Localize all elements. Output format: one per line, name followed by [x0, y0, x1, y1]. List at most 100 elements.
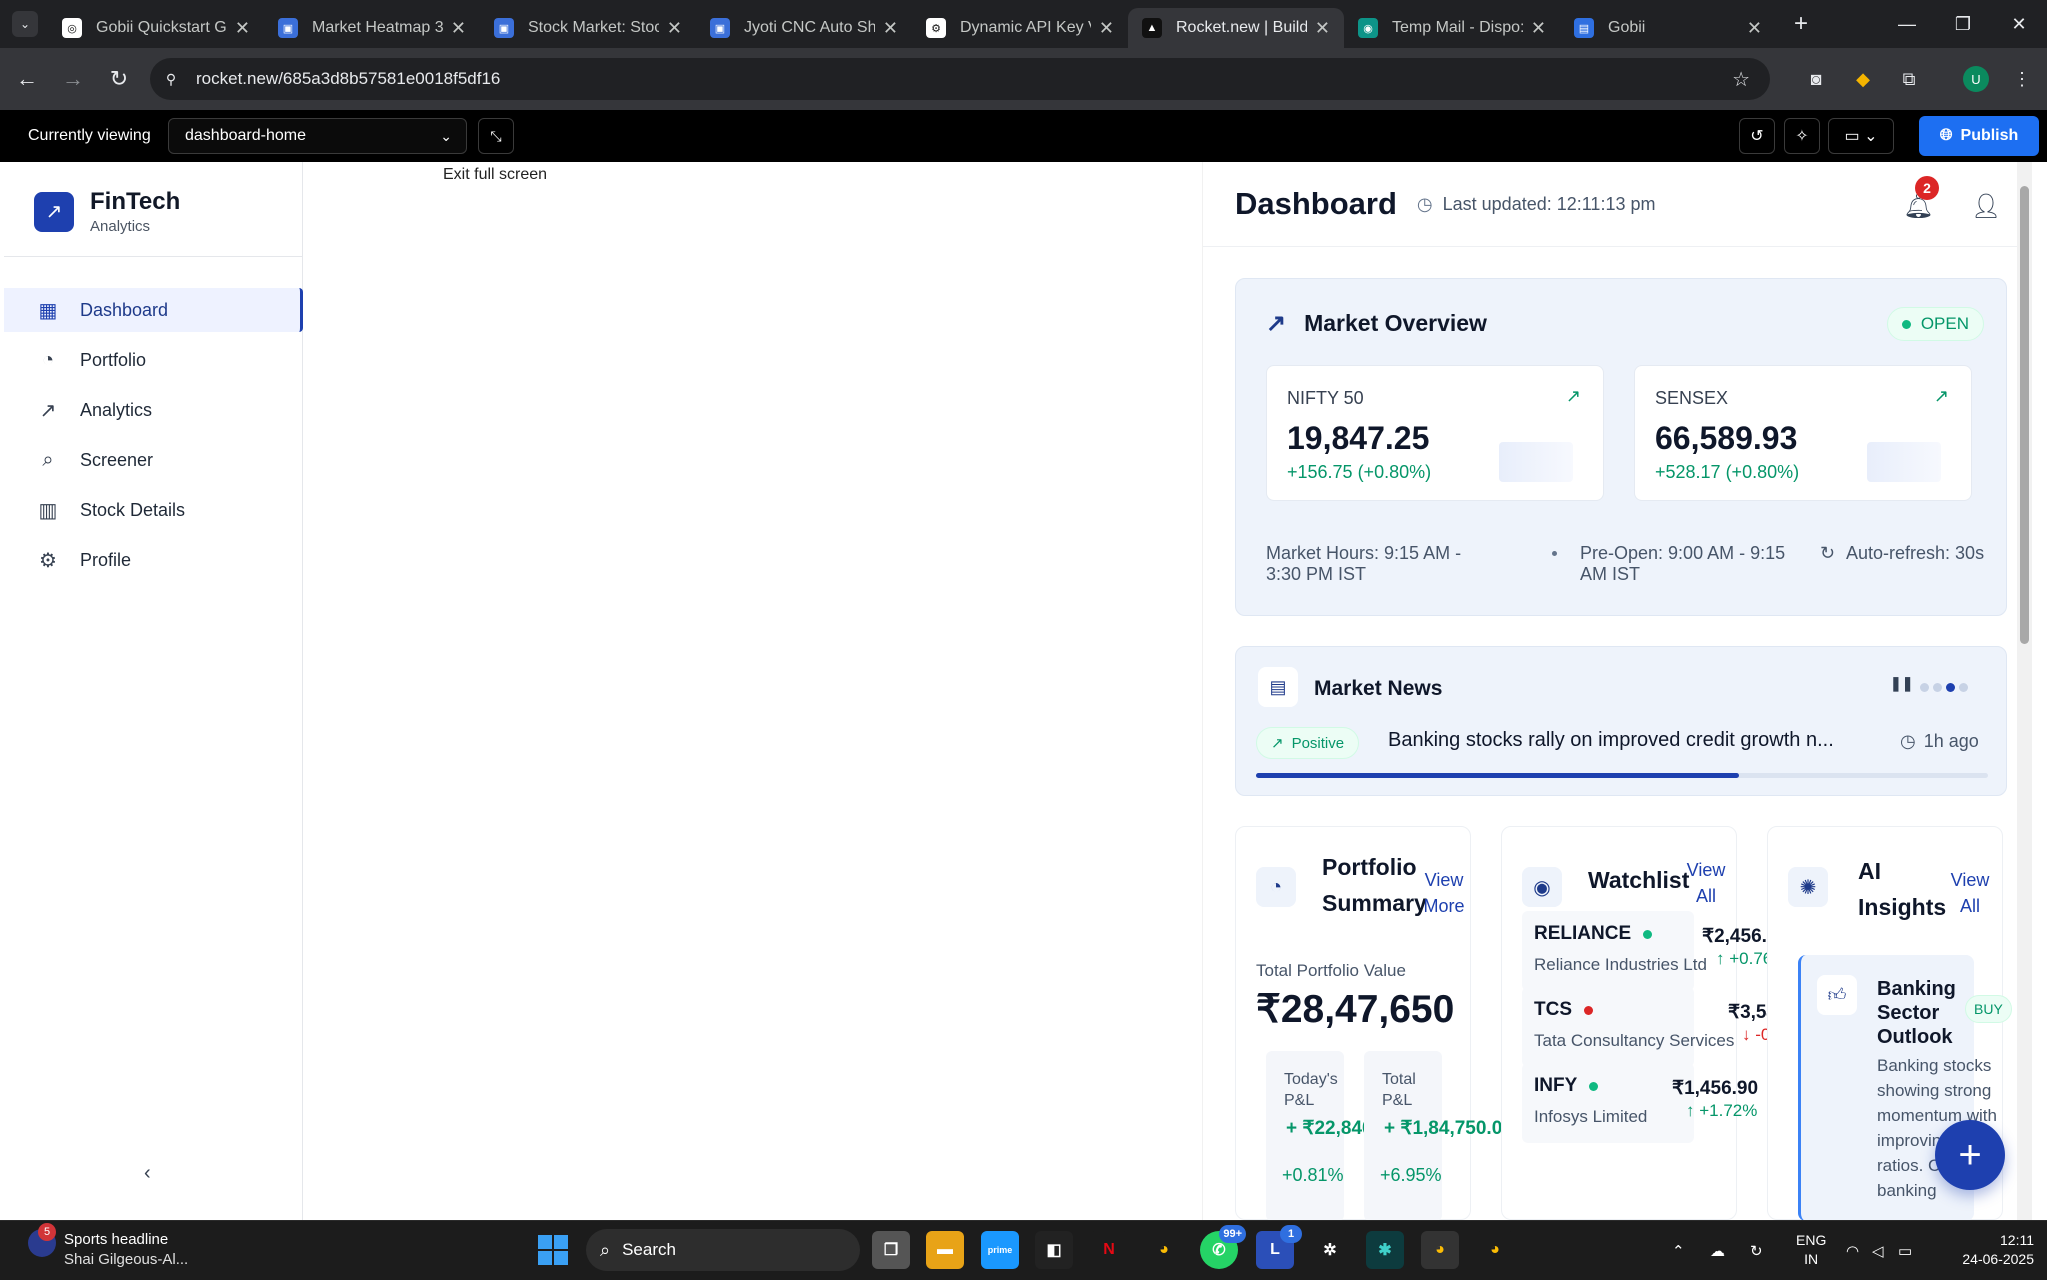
status-dot: [1584, 1005, 1593, 1015]
browser-tab[interactable]: ▤ Gobii ✕: [1560, 8, 1776, 48]
reload-icon[interactable]: ↻: [100, 60, 138, 98]
profile-avatar[interactable]: U: [1957, 48, 1995, 110]
add-fab-button[interactable]: +: [1935, 1120, 2005, 1190]
news-widget[interactable]: 5 Sports headline Shai Gilgeous-Al...: [28, 1223, 188, 1268]
card-title: AI Insights: [1858, 858, 1947, 920]
viewport-select[interactable]: ▭ ⌄: [1828, 118, 1894, 154]
camera-extension-icon[interactable]: ◙: [1797, 48, 1835, 110]
onedrive-icon[interactable]: ☁: [1710, 1221, 1725, 1280]
watchlist-row[interactable]: INFY Infosys Limited: [1522, 1063, 1694, 1143]
close-tab-icon[interactable]: ✕: [1531, 18, 1546, 39]
show-hidden-icons[interactable]: ⌃: [1672, 1221, 1685, 1280]
omnibox[interactable]: ⚲ rocket.new/685a3d8b57581e0018f5df16 ☆: [150, 58, 1770, 100]
prime-video-icon[interactable]: prime: [981, 1231, 1019, 1269]
extension-icon[interactable]: ◆: [1844, 48, 1882, 110]
publish-button[interactable]: 🌐︎ Publish: [1919, 116, 2039, 156]
pause-icon[interactable]: ❚❚: [1890, 675, 1913, 692]
chatgpt-icon[interactable]: ✲: [1311, 1231, 1349, 1269]
taskbar-search[interactable]: ⌕ Search: [586, 1229, 860, 1271]
chrome-icon[interactable]: ◕: [1145, 1231, 1183, 1269]
app-icon[interactable]: ✱: [1366, 1231, 1404, 1269]
sidebar-item-screener[interactable]: ⌕ Screener: [4, 438, 303, 482]
system-clock[interactable]: 12:11 24-06-2025: [1924, 1231, 2034, 1269]
scrollbar-thumb[interactable]: [2020, 186, 2029, 644]
sidebar-item-stock-details[interactable]: ▥ Stock Details: [4, 488, 303, 532]
browser-tab[interactable]: ◉ Temp Mail - Dispo: ✕: [1344, 8, 1560, 48]
language-indicator[interactable]: ENG IN: [1796, 1231, 1826, 1269]
windows-start-icon[interactable]: [538, 1235, 568, 1265]
tab-title: Temp Mail - Dispo:: [1392, 19, 1523, 36]
index-card-nifty[interactable]: NIFTY 50 ↗ 19,847.25 +156.75 (+0.80%): [1266, 365, 1604, 501]
battery-icon[interactable]: ▭: [1898, 1221, 1912, 1280]
extensions-puzzle-icon[interactable]: ⧉: [1890, 48, 1928, 110]
watchlist-row[interactable]: RELIANCE Reliance Industries Ltd: [1522, 911, 1707, 991]
index-change: +156.75 (+0.80%): [1287, 462, 1432, 482]
view-all-link[interactable]: View All: [1676, 857, 1736, 909]
site-info-icon[interactable]: ⚲: [156, 64, 186, 94]
browser-tab[interactable]: ▣ Market Heatmap 3(✕: [264, 8, 480, 48]
carousel-dots[interactable]: [1920, 683, 1972, 692]
view-all-link[interactable]: View All: [1940, 867, 2000, 919]
news-headline[interactable]: Banking stocks rally on improved credit …: [1388, 729, 1876, 752]
brand[interactable]: ↗ FinTech Analytics: [34, 188, 180, 235]
forward-icon[interactable]: →: [54, 60, 92, 98]
tab-favicon-icon: ▣: [494, 18, 514, 38]
sync-icon[interactable]: ↻: [1750, 1221, 1763, 1280]
carousel-dot[interactable]: [1920, 683, 1929, 692]
new-tab-icon[interactable]: +: [1794, 10, 1808, 38]
task-view-icon[interactable]: ❐: [872, 1231, 910, 1269]
app-icon[interactable]: ◧: [1035, 1231, 1073, 1269]
stock-symbol-text: INFY: [1534, 1075, 1578, 1096]
close-window-icon[interactable]: ✕: [1991, 0, 2047, 48]
tab-search-icon[interactable]: ⌄: [12, 11, 38, 37]
trending-up-icon: ↗: [1271, 735, 1284, 752]
netflix-icon[interactable]: N: [1090, 1231, 1128, 1269]
close-tab-icon[interactable]: ✕: [667, 18, 682, 39]
inspect-icon[interactable]: ✧: [1784, 118, 1820, 154]
l-app-icon[interactable]: L1: [1256, 1225, 1302, 1269]
collapse-sidebar-icon[interactable]: ‹: [144, 1162, 151, 1185]
browser-tab-bar: ⌄ ◎ Gobii Quickstart Gu ✕ ▣ Market Heatmap 3…: [0, 0, 2047, 48]
scrollbar[interactable]: [2017, 162, 2032, 1220]
kebab-menu-icon[interactable]: ⋮: [2003, 48, 2041, 110]
chrome-profile-icon[interactable]: ◕: [1476, 1231, 1514, 1269]
minimize-icon[interactable]: —: [1879, 0, 1935, 48]
sidebar-item-analytics[interactable]: ↗ Analytics: [4, 388, 303, 432]
carousel-dot[interactable]: [1946, 683, 1955, 692]
view-more-link[interactable]: View More: [1414, 867, 1474, 919]
close-tab-icon[interactable]: ✕: [883, 18, 898, 39]
index-card-sensex[interactable]: SENSEX ↗ 66,589.93 +528.17 (+0.80%): [1634, 365, 1972, 501]
close-tab-icon[interactable]: ✕: [451, 18, 466, 39]
sidebar-item-profile[interactable]: ⚙ Profile: [4, 538, 303, 582]
browser-tab[interactable]: ◎ Gobii Quickstart Gu ✕: [48, 8, 264, 48]
volume-icon[interactable]: ◁: [1872, 1221, 1884, 1280]
stock-symbol-text: TCS: [1534, 999, 1572, 1020]
wifi-icon[interactable]: ◠: [1846, 1221, 1859, 1280]
page-select[interactable]: dashboard-home ⌄: [168, 118, 467, 154]
carousel-dot[interactable]: [1933, 683, 1942, 692]
close-tab-icon[interactable]: ✕: [1315, 18, 1330, 39]
browser-tab[interactable]: ▣ Jyoti CNC Auto Sha ✕: [696, 8, 912, 48]
chrome-profile-icon[interactable]: ◕: [1421, 1231, 1459, 1269]
browser-tab[interactable]: ▲ Rocket.new | Build ✕: [1128, 8, 1344, 48]
carousel-dot[interactable]: [1959, 683, 1968, 692]
watchlist-row[interactable]: TCS Tata Consultancy Services: [1522, 987, 1734, 1067]
browser-tab[interactable]: ⚙ Dynamic API Key V ✕: [912, 8, 1128, 48]
whatsapp-icon[interactable]: ✆ 99+: [1200, 1225, 1246, 1269]
url-text[interactable]: rocket.new/685a3d8b57581e0018f5df16: [196, 69, 500, 89]
file-explorer-icon[interactable]: ▬: [926, 1231, 964, 1269]
bookmark-star-icon[interactable]: ☆: [1732, 67, 1750, 92]
browser-tab[interactable]: ▣ Stock Market: Stock ✕: [480, 8, 696, 48]
close-tab-icon[interactable]: ✕: [235, 18, 250, 39]
sidebar-item-portfolio[interactable]: ◔ Portfolio: [4, 338, 303, 382]
undo-icon[interactable]: ↺: [1739, 118, 1775, 154]
close-tab-icon[interactable]: ✕: [1747, 18, 1762, 39]
search-icon: ⌕: [600, 1239, 611, 1260]
back-icon[interactable]: ←: [8, 60, 46, 98]
rocket-toolbar: Currently viewing dashboard-home ⌄ ⤡ ↺ ✧…: [0, 110, 2047, 162]
user-icon[interactable]: 👤︎: [1971, 192, 2001, 221]
restore-icon[interactable]: ❐: [1935, 0, 1991, 48]
close-tab-icon[interactable]: ✕: [1099, 18, 1114, 39]
exit-fullscreen-button[interactable]: ⤡: [478, 118, 514, 154]
sidebar-item-dashboard[interactable]: ▦ Dashboard: [4, 288, 303, 332]
